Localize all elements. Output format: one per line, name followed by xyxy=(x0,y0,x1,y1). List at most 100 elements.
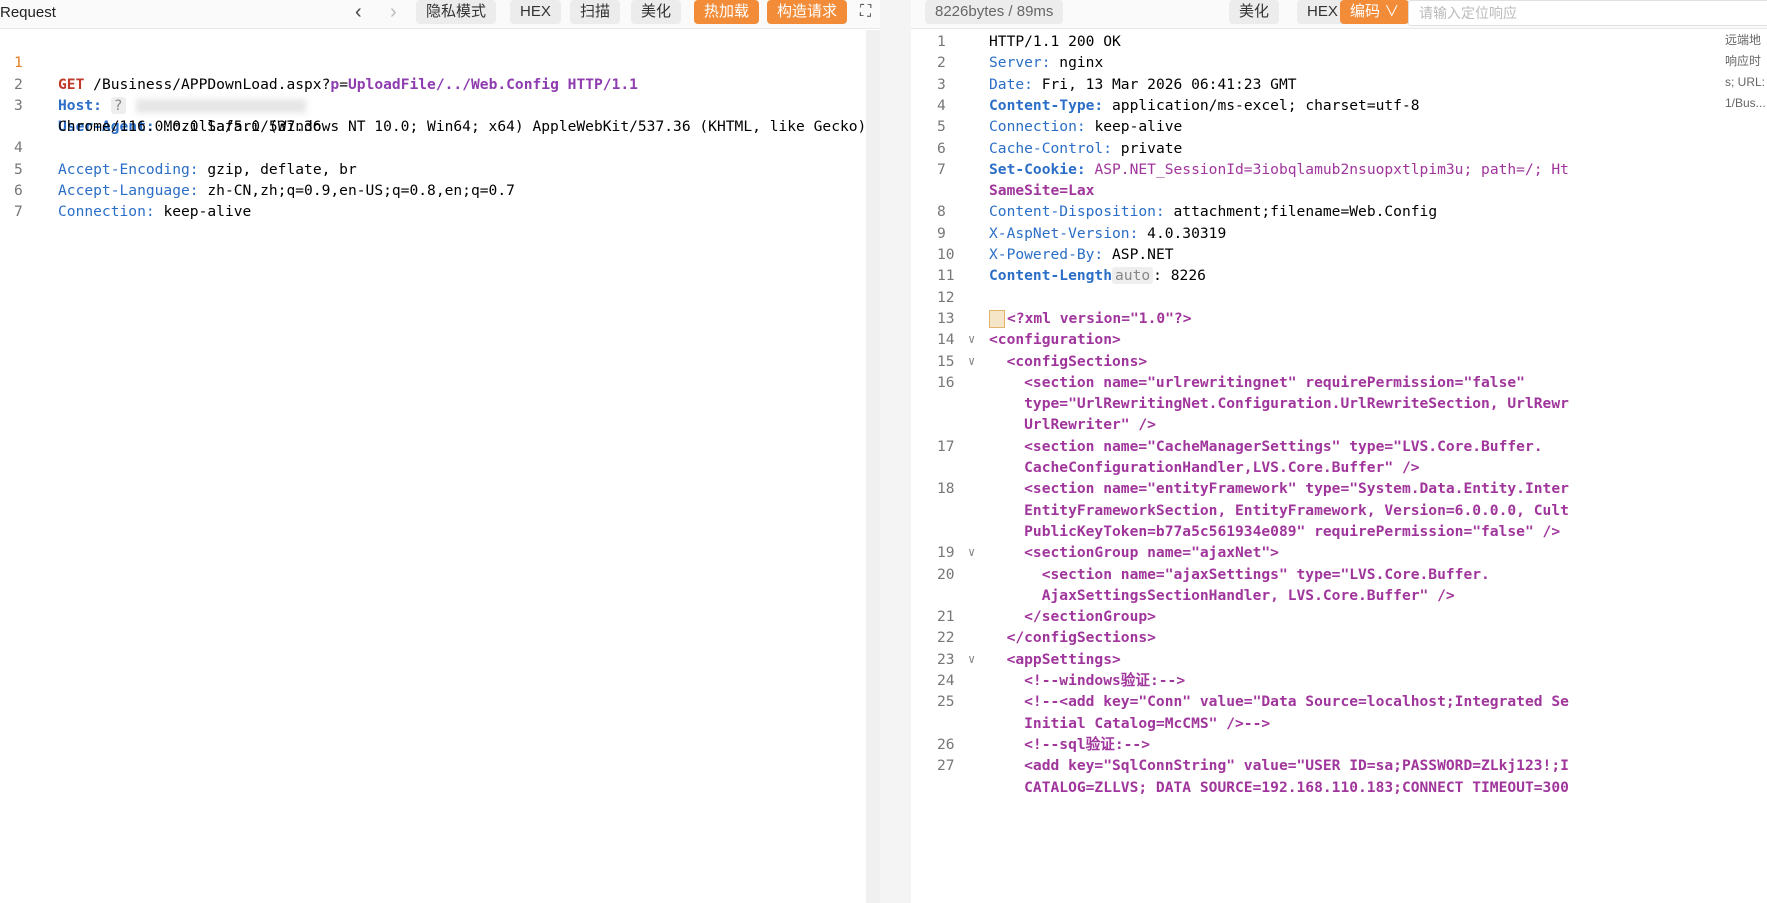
line-number: 1 xyxy=(937,33,946,50)
response-info-overlay: 远端地 响应时 s; URL: 1/Bus... xyxy=(1725,30,1767,114)
line-number: 23 xyxy=(937,650,955,668)
response-line-text: HTTP/1.1 200 OK xyxy=(989,33,1121,50)
response-line: 9 X-AspNet-Version: 4.0.30319 xyxy=(911,223,1767,244)
line-number: 16 xyxy=(937,373,955,391)
url-value-note: 1/Bus... xyxy=(1725,96,1766,110)
response-line-text: AjaxSettingsSectionHandler, LVS.Core.Buf… xyxy=(989,586,1455,604)
hot-reload-button[interactable]: 热加载 xyxy=(694,0,760,24)
response-line-text: Initial Catalog=McCMS" />--> xyxy=(989,714,1271,732)
response-line-text: </configSections> xyxy=(989,629,1156,647)
response-line-text: <?xml version="1.0"?> xyxy=(989,308,1192,329)
response-line: type="UrlRewritingNet.Configuration.UrlR… xyxy=(911,393,1767,414)
response-line: 4 Content-Type: application/ms-excel; cha… xyxy=(911,95,1767,116)
response-line: 2 Server: nginx xyxy=(911,52,1767,73)
response-line: 13 <?xml version="1.0"?> xyxy=(911,308,1767,329)
response-stats: 8226bytes / 89ms xyxy=(925,0,1064,24)
response-line: 19 ∨ <sectionGroup name="ajaxNet"> xyxy=(911,542,1767,563)
response-line: 14 ∨ <configuration> xyxy=(911,329,1767,350)
response-line: UrlRewriter" /> xyxy=(911,414,1767,435)
fullscreen-icon[interactable]: ⛶ xyxy=(860,3,871,21)
fold-chevron-icon[interactable]: ∨ xyxy=(968,329,975,350)
auto-badge: auto xyxy=(1112,267,1154,285)
response-line: 8 Content-Disposition: attachment;filenam… xyxy=(911,201,1767,222)
line-number: 10 xyxy=(937,246,955,263)
line-number: 7 xyxy=(14,203,23,221)
privacy-mode-button[interactable]: 隐私模式 xyxy=(416,0,497,24)
response-line-text: <!--sql验证:--> xyxy=(989,735,1150,753)
response-line-text: type="UrlRewritingNet.Configuration.UrlR… xyxy=(989,395,1569,413)
response-line-text: EntityFrameworkSection, EntityFramework,… xyxy=(989,501,1569,519)
request-pane: Request ‹ › 隐私模式 HEX 扫描 美化 热加载 构造请求 ⛶ 1 … xyxy=(0,0,880,903)
response-line-text: <!--<add key="Conn" value="Data Source=l… xyxy=(989,693,1569,711)
response-line: 6 Cache-Control: private xyxy=(911,138,1767,159)
line-number: 11 xyxy=(937,267,955,285)
beautify-button[interactable]: 美化 xyxy=(631,0,682,24)
line-number: 4 xyxy=(937,96,946,114)
response-line-text: <section name="CacheManagerSettings" typ… xyxy=(989,437,1543,455)
line-number: 21 xyxy=(937,608,955,626)
response-line: 18 <section name="entityFramework" type=… xyxy=(911,478,1767,499)
line-number: 15 xyxy=(937,352,955,370)
response-line-text: <configuration> xyxy=(989,331,1121,349)
response-line: CacheConfigurationHandler,LVS.Core.Buffe… xyxy=(911,457,1767,478)
bom-marker-icon xyxy=(989,309,1005,328)
fold-chevron-icon[interactable]: ∨ xyxy=(968,351,975,372)
encoding-dropdown[interactable]: 编码 ∨ xyxy=(1340,0,1410,24)
response-line: 5 Connection: keep-alive xyxy=(911,116,1767,137)
request-scrollbar[interactable] xyxy=(866,30,880,903)
line-number: 13 xyxy=(937,309,955,327)
response-line-text: <configSections> xyxy=(989,352,1148,370)
line-number: 2 xyxy=(937,54,946,72)
response-line-text: Connection: keep-alive xyxy=(989,118,1183,136)
pane-divider[interactable] xyxy=(880,0,911,903)
response-line: 27 <add key="SqlConnString" value="USER … xyxy=(911,755,1767,776)
line-number: 17 xyxy=(937,437,955,455)
response-line: 22 </configSections> xyxy=(911,627,1767,648)
response-pane: 8226bytes / 89ms 美化 HEX 编码 ∨ 请输入定位响应 1 HT… xyxy=(911,0,1767,903)
line-number: 14 xyxy=(937,331,955,349)
url-note: s; URL: xyxy=(1725,75,1766,89)
back-arrow-icon[interactable]: ‹ xyxy=(355,1,362,24)
hex-button[interactable]: HEX xyxy=(510,0,561,24)
fold-chevron-icon[interactable]: ∨ xyxy=(968,542,975,563)
response-line: 11 Content-Length auto: 8226 xyxy=(911,265,1767,286)
response-line-text: Cache-Control: private xyxy=(989,139,1183,157)
response-line: 1 HTTP/1.1 200 OK xyxy=(911,31,1767,52)
request-toolbar: Request ‹ › 隐私模式 HEX 扫描 美化 热加载 构造请求 ⛶ xyxy=(0,0,880,29)
construct-request-button[interactable]: 构造请求 xyxy=(767,0,848,24)
response-editor[interactable]: 1 HTTP/1.1 200 OK 2 Server: nginx 3 Date: Fri… xyxy=(911,31,1767,903)
response-line: 24 <!--windows验证:--> xyxy=(911,670,1767,691)
line-number: 20 xyxy=(937,565,955,583)
line-number: 26 xyxy=(937,735,955,753)
fold-chevron-icon[interactable]: ∨ xyxy=(968,649,975,670)
line-number: 7 xyxy=(937,160,946,178)
response-line: 17 <section name="CacheManagerSettings" … xyxy=(911,436,1767,457)
response-line-text: CATALOG=ZLLVS; DATA SOURCE=192.168.110.1… xyxy=(989,778,1569,796)
response-line-text: Server: nginx xyxy=(989,54,1104,72)
remote-addr-note: 远端地 xyxy=(1725,33,1762,47)
beautify-button[interactable]: 美化 xyxy=(1229,0,1280,24)
scan-button[interactable]: 扫描 xyxy=(570,0,621,24)
line-number: 8 xyxy=(937,203,946,221)
response-line-text: <appSettings> xyxy=(989,650,1121,668)
request-editor[interactable]: 1 GET /Business/APPDownLoad.aspx?p=Uploa… xyxy=(0,31,880,903)
line-number: 9 xyxy=(937,224,946,242)
line-number: 3 xyxy=(937,75,946,93)
response-line-text: <section name="entityFramework" type="Sy… xyxy=(989,480,1569,498)
response-line: Initial Catalog=McCMS" />--> xyxy=(911,713,1767,734)
response-line-text: <!--windows验证:--> xyxy=(989,672,1186,689)
locate-response-input[interactable]: 请输入定位响应 xyxy=(1408,0,1767,26)
response-line-text: X-AspNet-Version: 4.0.30319 xyxy=(989,224,1227,242)
forward-arrow-icon[interactable]: › xyxy=(390,1,397,24)
response-line-text: <section name="urlrewritingnet" requireP… xyxy=(989,373,1525,391)
line-number: 12 xyxy=(937,288,955,306)
response-line-text: X-Powered-By: ASP.NET xyxy=(989,246,1174,263)
line-number: 5 xyxy=(937,118,946,136)
request-title: Request xyxy=(0,4,56,21)
line-number: 18 xyxy=(937,480,955,498)
response-line-text: Content-Disposition: attachment;filename… xyxy=(989,203,1438,221)
response-line: 25 <!--<add key="Conn" value="Data Sourc… xyxy=(911,691,1767,712)
response-time-note: 响应时 xyxy=(1725,54,1762,68)
response-line: 3 Date: Fri, 13 Mar 2026 06:41:23 GMT xyxy=(911,74,1767,95)
line-number: 25 xyxy=(937,693,955,711)
